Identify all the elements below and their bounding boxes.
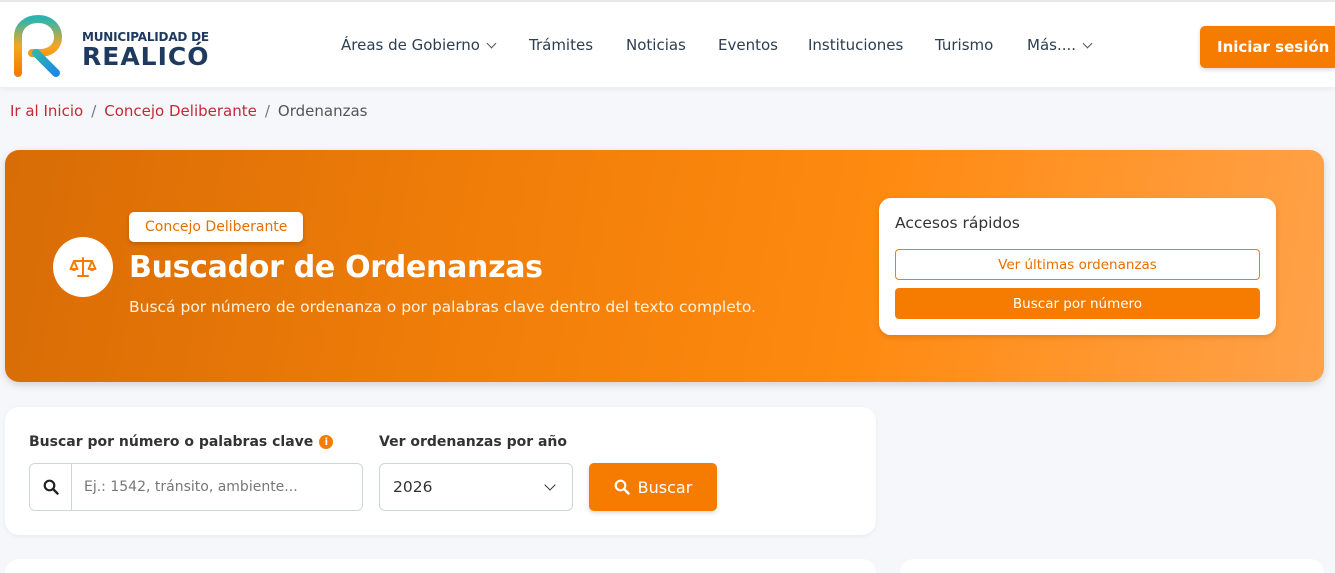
nav-item-label: Trámites <box>529 36 594 54</box>
nav-item-label: Eventos <box>718 36 778 54</box>
year-label: Ver ordenanzas por año <box>379 434 568 450</box>
search-button[interactable]: Buscar <box>589 463 717 511</box>
breadcrumb-separator: / <box>264 102 270 120</box>
quick-access-panel: Accesos rápidos Ver últimas ordenanzas B… <box>879 198 1276 335</box>
top-navbar: MUNICIPALIDAD DE REALICÓ Áreas de Gobier… <box>0 0 1335 87</box>
chevron-down-icon <box>1082 38 1093 48</box>
chevron-down-icon <box>544 479 556 491</box>
nav-item-noticias[interactable]: Noticias <box>626 36 686 54</box>
nav-item-mas[interactable]: Más.... <box>1027 36 1093 54</box>
search-icon <box>30 464 72 510</box>
logo-title: REALICÓ <box>82 42 210 71</box>
search-icon <box>614 479 630 495</box>
breadcrumb-home-link[interactable]: Ir al Inicio <box>10 102 83 120</box>
scale-balance-icon <box>53 237 113 297</box>
results-card <box>5 559 876 573</box>
breadcrumb: Ir al Inicio / Concejo Deliberante / Ord… <box>10 102 367 120</box>
search-form-card: Buscar por número o palabras clave i Ver… <box>5 407 876 535</box>
nav-item-label: Áreas de Gobierno <box>341 36 480 54</box>
breadcrumb-section-link[interactable]: Concejo Deliberante <box>104 102 257 120</box>
quick-access-title: Accesos rápidos <box>895 214 1020 232</box>
nav-item-label: Instituciones <box>808 36 904 54</box>
year-select-value: 2026 <box>393 478 433 496</box>
keyword-search-group <box>29 463 363 511</box>
nav-item-label: Turismo <box>935 36 994 54</box>
nav-item-label: Más.... <box>1027 36 1077 54</box>
keyword-search-input[interactable] <box>72 464 362 510</box>
nav-item-tramites[interactable]: Trámites <box>529 36 593 54</box>
breadcrumb-current: Ordenanzas <box>277 102 368 120</box>
nav-item-areas-de-gobierno[interactable]: Áreas de Gobierno <box>341 36 497 54</box>
nav-item-label: Noticias <box>626 36 686 54</box>
keyword-label-text: Buscar por número o palabras clave <box>29 434 314 450</box>
nav-item-turismo[interactable]: Turismo <box>935 36 993 54</box>
latest-ordinances-button[interactable]: Ver últimas ordenanzas <box>895 249 1260 280</box>
search-by-number-button[interactable]: Buscar por número <box>895 288 1260 319</box>
breadcrumb-separator: / <box>91 102 97 120</box>
section-badge: Concejo Deliberante <box>129 212 304 242</box>
page-subtitle: Buscá por número de ordenanza o por pala… <box>129 298 756 316</box>
search-button-label: Buscar <box>637 477 693 497</box>
info-icon[interactable]: i <box>319 435 334 449</box>
nav-item-eventos[interactable]: Eventos <box>718 36 778 54</box>
login-button[interactable]: Iniciar sesión <box>1200 26 1335 68</box>
chevron-down-icon <box>486 38 497 48</box>
keyword-label: Buscar por número o palabras clave i <box>29 434 334 450</box>
year-select[interactable]: 2026 <box>379 463 573 511</box>
hero-banner: Concejo Deliberante Buscador de Ordenanz… <box>5 150 1324 382</box>
logo-text[interactable]: MUNICIPALIDAD DE REALICÓ <box>82 30 210 70</box>
nav-item-instituciones[interactable]: Instituciones <box>808 36 903 54</box>
page-title: Buscador de Ordenanzas <box>129 250 543 285</box>
sidebar-card <box>900 559 1324 573</box>
realico-logo[interactable] <box>10 15 62 77</box>
